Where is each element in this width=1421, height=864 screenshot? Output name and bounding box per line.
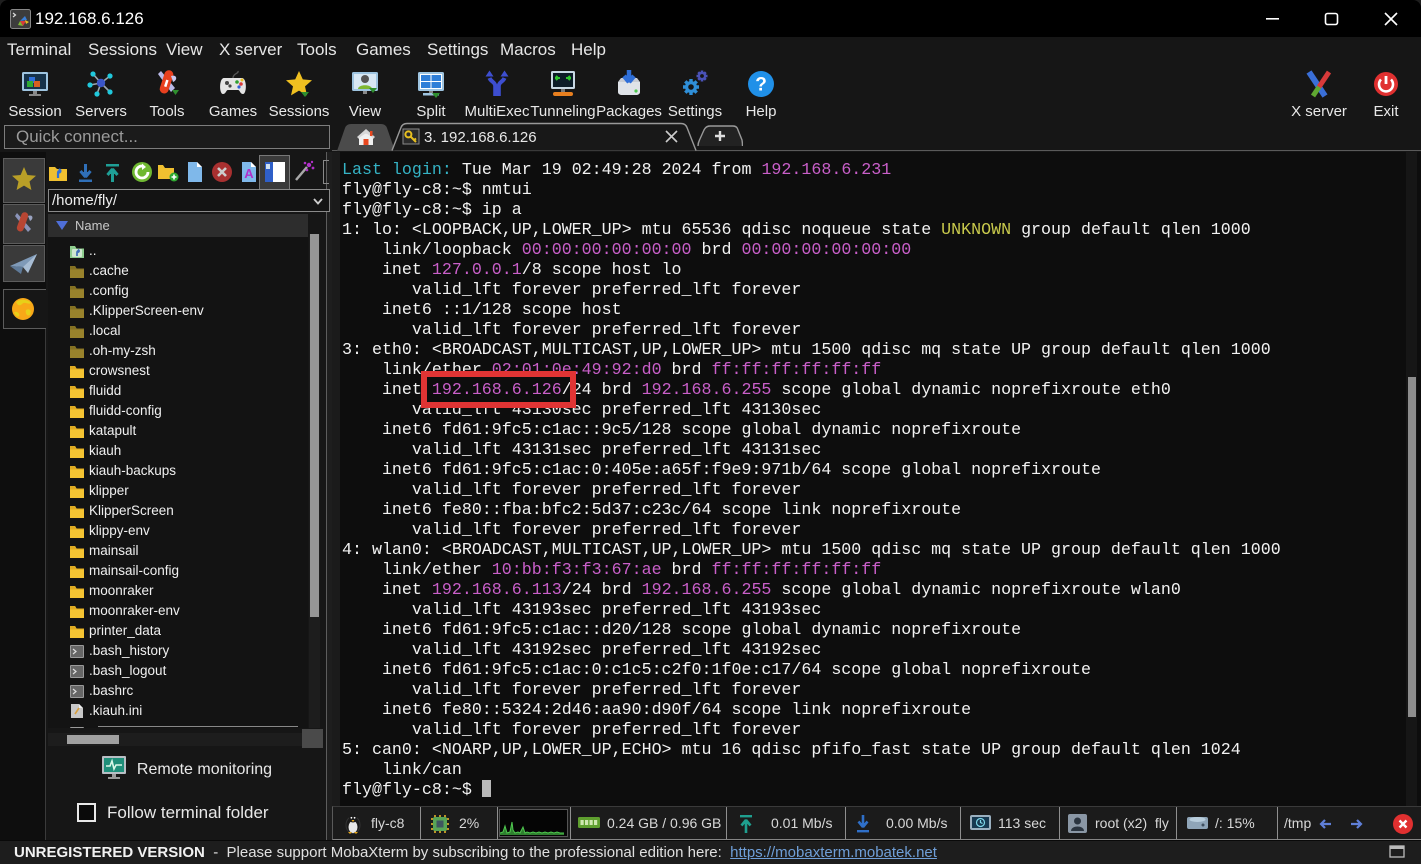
svg-text:3. 192.168.6.126: 3. 192.168.6.126 bbox=[424, 129, 537, 146]
svg-text:?: ? bbox=[755, 75, 767, 96]
svg-text:A: A bbox=[244, 166, 254, 181]
